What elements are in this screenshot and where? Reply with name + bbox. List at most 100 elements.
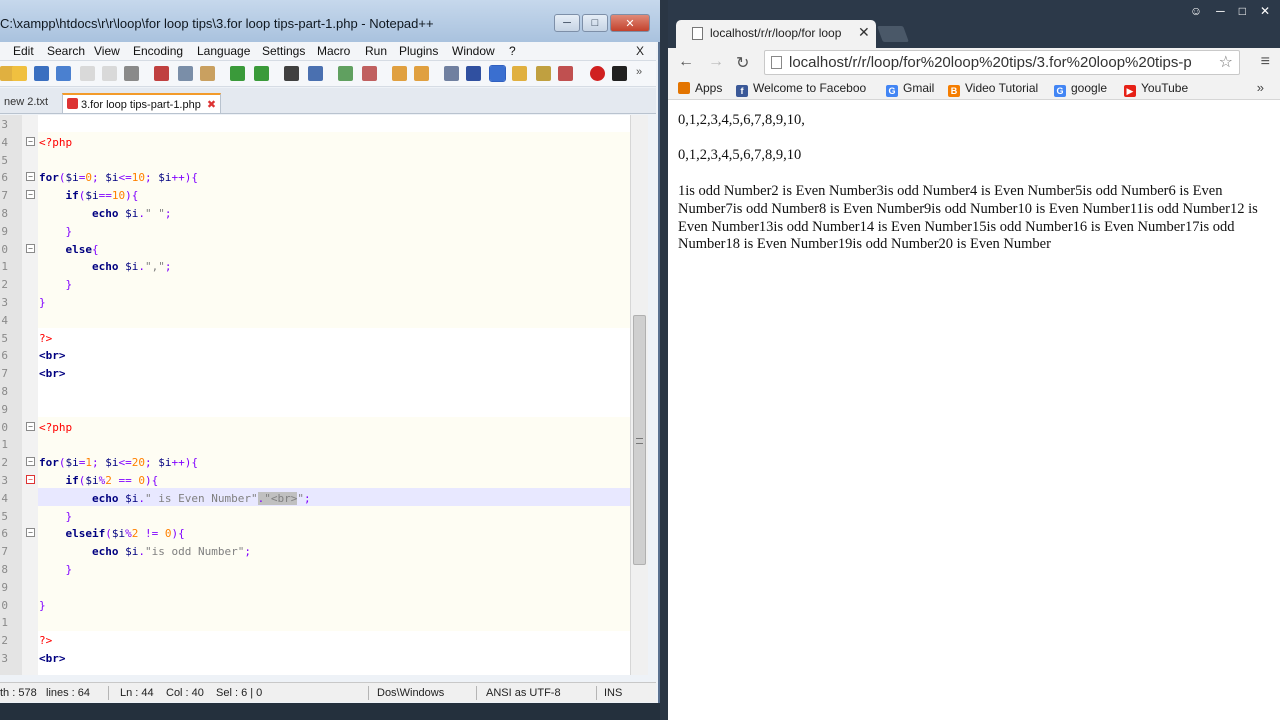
close-file-icon[interactable] xyxy=(80,66,95,81)
code-line: <br> xyxy=(39,367,66,381)
fold-toggle-icon[interactable]: − xyxy=(26,136,35,146)
status-column: Col : 40 xyxy=(166,687,204,699)
close-document-icon[interactable]: X xyxy=(636,44,644,58)
bookmark-star-icon[interactable]: ☆ xyxy=(1219,52,1233,72)
tab-new-2[interactable]: new 2.txt xyxy=(0,93,52,113)
facebook-icon: f xyxy=(736,85,748,97)
bookmark-facebook[interactable]: f Welcome to Faceboo xyxy=(736,81,866,97)
reload-icon[interactable]: ↻ xyxy=(736,53,749,73)
sync-horizontal-icon[interactable] xyxy=(414,66,429,81)
bookmark-google[interactable]: Ggoogle xyxy=(1054,81,1107,97)
bookmark-youtube[interactable]: ▶ YouTube xyxy=(1124,81,1188,97)
word-wrap-icon[interactable] xyxy=(444,66,459,81)
sync-vertical-icon[interactable] xyxy=(392,66,407,81)
chrome-menu-icon[interactable]: ≡ xyxy=(1261,53,1270,71)
bookmark-label: Video Tutorial xyxy=(965,81,1039,95)
menu-language[interactable]: Language xyxy=(197,44,250,58)
new-tab-button[interactable] xyxy=(877,26,909,42)
maximize-button[interactable]: □ xyxy=(582,14,608,32)
forward-arrow-icon[interactable]: → xyxy=(708,53,724,71)
bookmarks-bar: Apps f Welcome to Faceboo G Gmail B Video T… xyxy=(668,78,1280,100)
status-insert-mode: INS xyxy=(604,687,623,699)
vertical-scrollbar[interactable] xyxy=(630,115,648,675)
print-icon[interactable] xyxy=(124,66,139,81)
page-info-icon[interactable] xyxy=(771,56,782,69)
doc-map-icon[interactable] xyxy=(512,66,527,81)
bookmark-video-tutorial[interactable]: B Video Tutorial xyxy=(948,81,1038,97)
code-line: } xyxy=(65,563,73,576)
fold-toggle-icon[interactable]: − xyxy=(26,421,35,431)
tab-for-loop-tips[interactable]: 3.for loop tips-part-1.php ✖ xyxy=(62,93,222,113)
document-icon xyxy=(692,27,703,40)
code-editor[interactable]: 3 4− <?php 5 6− for($i=0; $i<=10; $i++){ 7… xyxy=(0,115,630,675)
save-icon[interactable] xyxy=(34,66,49,81)
back-arrow-icon[interactable]: ← xyxy=(678,53,694,71)
line-number: 7 xyxy=(1,189,8,203)
status-lines: lines : 64 xyxy=(46,687,91,699)
line-number: 8 xyxy=(1,563,8,576)
code-line: } xyxy=(65,224,73,238)
menu-macro[interactable]: Macro xyxy=(317,44,350,58)
redo-icon[interactable] xyxy=(254,66,269,81)
minimize-button[interactable]: ─ xyxy=(554,14,580,32)
menu-window[interactable]: Window xyxy=(452,44,495,58)
profile-icon[interactable]: ☺ xyxy=(1190,4,1202,18)
record-macro-icon[interactable] xyxy=(590,66,605,81)
folder-workspace-icon[interactable] xyxy=(558,66,573,81)
copy-icon[interactable] xyxy=(178,66,193,81)
chrome-window: localhost/r/r/loop/for loop ✕ ☺ ─ □ ✕ ← … xyxy=(668,0,1280,720)
menu-view[interactable]: View xyxy=(94,44,120,58)
maximize-button[interactable]: □ xyxy=(1239,4,1246,18)
line-number: 0 xyxy=(1,598,8,612)
address-bar[interactable]: localhost/r/r/loop/for%20loop%20tips/3.f… xyxy=(764,50,1240,75)
close-all-icon[interactable] xyxy=(102,66,117,81)
fold-toggle-icon[interactable]: − xyxy=(26,475,35,484)
line-number: 6 xyxy=(1,349,8,363)
fold-toggle-icon[interactable]: − xyxy=(26,190,35,200)
output-paragraph: 1is odd Number2 is Even Number3is odd Nu… xyxy=(678,183,1258,253)
zoom-in-icon[interactable] xyxy=(338,66,353,81)
close-button[interactable]: ✕ xyxy=(610,14,650,32)
indent-guide-icon[interactable] xyxy=(489,65,506,82)
replace-icon[interactable] xyxy=(308,66,323,81)
close-tab-icon[interactable]: ✖ xyxy=(207,99,216,111)
line-number: 1 xyxy=(1,438,8,452)
close-button[interactable]: ✕ xyxy=(1260,4,1270,18)
code-line: <br> xyxy=(39,652,66,665)
menu-help[interactable]: ? xyxy=(509,44,516,58)
menu-settings[interactable]: Settings xyxy=(262,44,305,58)
notepadpp-title-bar[interactable]: C:\xampp\htdocs\r\r\loop\for loop tips\3… xyxy=(0,0,660,42)
open-folder-icon[interactable] xyxy=(12,66,27,81)
find-icon[interactable] xyxy=(284,66,299,81)
paste-icon[interactable] xyxy=(200,66,215,81)
fold-toggle-icon[interactable]: − xyxy=(26,528,35,538)
more-bookmarks-icon[interactable]: » xyxy=(1257,80,1264,95)
toolbar-overflow-icon[interactable]: » xyxy=(636,66,651,81)
cut-icon[interactable] xyxy=(154,66,169,81)
bookmark-apps[interactable]: Apps xyxy=(678,81,722,95)
menu-encoding[interactable]: Encoding xyxy=(133,44,183,58)
line-number: 7 xyxy=(1,367,8,381)
fold-toggle-icon[interactable]: − xyxy=(26,243,35,253)
save-all-icon[interactable] xyxy=(56,66,71,81)
menu-edit[interactable]: Edit xyxy=(13,44,34,58)
minimize-button[interactable]: ─ xyxy=(1216,4,1225,18)
show-all-chars-icon[interactable] xyxy=(466,66,481,81)
code-line: <br> xyxy=(39,349,66,363)
url-text[interactable]: localhost/r/r/loop/for%20loop%20tips/3.f… xyxy=(789,54,1209,71)
fold-toggle-icon[interactable]: − xyxy=(26,172,35,182)
close-tab-icon[interactable]: ✕ xyxy=(858,24,870,41)
undo-icon[interactable] xyxy=(230,66,245,81)
fold-toggle-icon[interactable]: − xyxy=(26,457,35,467)
menu-search[interactable]: Search xyxy=(47,44,85,58)
menu-run[interactable]: Run xyxy=(365,44,387,58)
stop-macro-icon[interactable] xyxy=(612,66,627,81)
status-line: Ln : 44 xyxy=(120,687,154,699)
zoom-out-icon[interactable] xyxy=(362,66,377,81)
line-number: 2 xyxy=(1,634,8,648)
line-number: 1 xyxy=(1,616,8,630)
function-list-icon[interactable] xyxy=(536,66,551,81)
bookmark-gmail[interactable]: G Gmail xyxy=(886,81,934,97)
menu-plugins[interactable]: Plugins xyxy=(399,44,438,58)
browser-tab[interactable]: localhost/r/r/loop/for loop ✕ xyxy=(676,20,876,48)
